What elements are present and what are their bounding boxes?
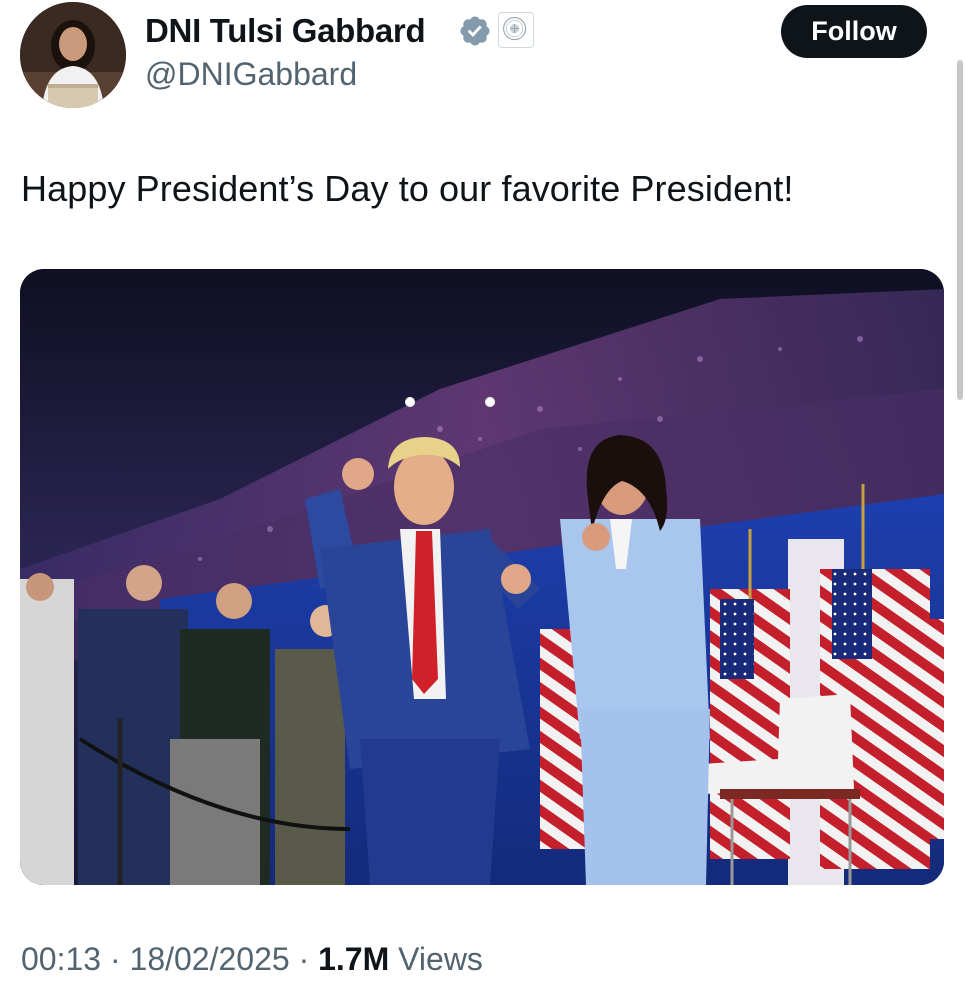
views-count[interactable]: 1.7M (318, 941, 389, 977)
affiliation-seal-icon[interactable] (498, 12, 534, 48)
avatar-photo-icon (20, 2, 126, 108)
verified-badge-icon[interactable] (458, 14, 492, 48)
meta-separator: · (298, 941, 310, 977)
photo-image-icon (20, 269, 944, 885)
tweet-text: Happy President’s Day to our favorite Pr… (21, 168, 794, 209)
tweet-time[interactable]: 00:13 (21, 941, 101, 977)
tweet-date[interactable]: 18/02/2025 (130, 941, 290, 977)
author-display-name[interactable]: DNI Tulsi Gabbard (145, 12, 426, 50)
author-handle[interactable]: @DNIGabbard (145, 56, 357, 93)
meta-separator: · (109, 941, 121, 977)
author-avatar[interactable] (20, 2, 126, 108)
tweet-detail: DNI Tulsi Gabbard @DNIGabbard Follow Hap… (0, 0, 965, 1000)
scrollbar-thumb[interactable] (957, 60, 963, 400)
views-label: Views (398, 941, 483, 977)
follow-button[interactable]: Follow (781, 5, 927, 58)
tweet-meta: 00:13 · 18/02/2025 · 1.7M Views (21, 941, 483, 978)
tweet-photo[interactable] (20, 269, 944, 885)
